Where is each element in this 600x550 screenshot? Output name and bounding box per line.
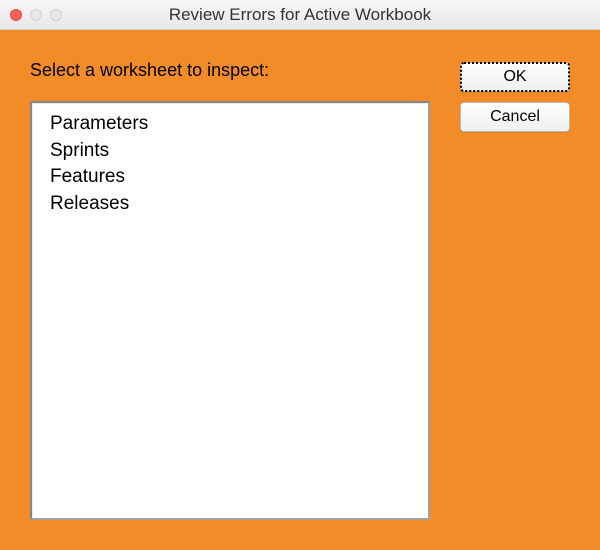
dialog-body: Select a worksheet to inspect: Parameter…	[0, 30, 600, 550]
main-column: Select a worksheet to inspect: Parameter…	[30, 60, 430, 520]
titlebar: Review Errors for Active Workbook	[0, 0, 600, 30]
worksheet-listbox[interactable]: Parameters Sprints Features Releases	[30, 101, 430, 520]
prompt-label: Select a worksheet to inspect:	[30, 60, 430, 81]
cancel-button[interactable]: Cancel	[460, 102, 570, 132]
list-item[interactable]: Sprints	[50, 138, 410, 165]
list-item[interactable]: Releases	[50, 191, 410, 218]
dialog-window: Review Errors for Active Workbook Select…	[0, 0, 600, 550]
button-column: OK Cancel	[460, 60, 570, 520]
close-icon[interactable]	[10, 9, 22, 21]
zoom-icon	[50, 9, 62, 21]
list-item[interactable]: Features	[50, 164, 410, 191]
list-item[interactable]: Parameters	[50, 111, 410, 138]
window-controls	[10, 9, 62, 21]
window-title: Review Errors for Active Workbook	[0, 5, 600, 25]
ok-button[interactable]: OK	[460, 62, 570, 92]
minimize-icon	[30, 9, 42, 21]
